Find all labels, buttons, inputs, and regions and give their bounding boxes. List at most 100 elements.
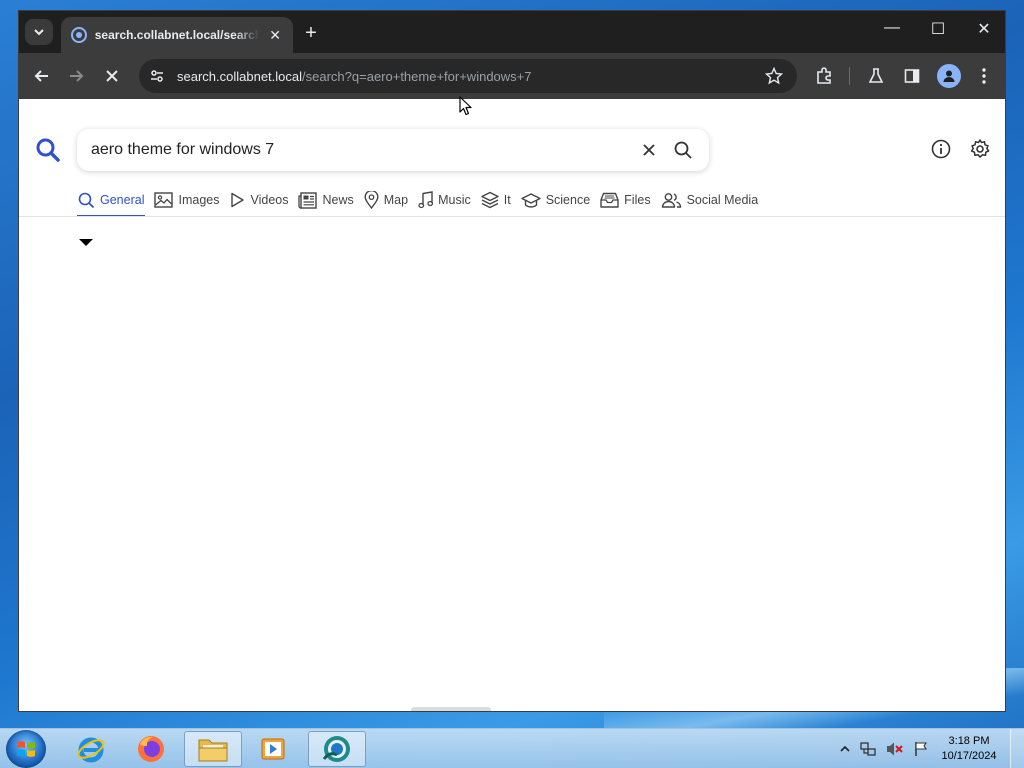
tab-science[interactable]: Science xyxy=(520,189,599,217)
show-desktop-button[interactable] xyxy=(1010,729,1024,768)
network-icon[interactable] xyxy=(860,741,876,757)
browser-tab[interactable]: search.collabnet.local/search?q=aero+the… xyxy=(61,17,293,53)
category-tabs: General Images Videos News Map Music It … xyxy=(77,189,767,217)
more-vertical-icon xyxy=(982,68,986,84)
taskbar: 3:18 PM 10/17/2024 xyxy=(0,728,1024,768)
chevron-down-icon xyxy=(34,29,44,36)
search-icon xyxy=(78,192,95,208)
tab-news[interactable]: News xyxy=(297,189,362,217)
url-text: search.collabnet.local/search?q=aero+the… xyxy=(177,69,532,84)
category-divider xyxy=(19,216,1005,217)
browser-window: search.collabnet.local/search?q=aero+the… xyxy=(18,10,1006,712)
start-button[interactable] xyxy=(6,730,46,768)
close-icon xyxy=(643,144,655,156)
firefox-icon xyxy=(138,736,164,762)
tab-strip: search.collabnet.local/search?q=aero+the… xyxy=(19,11,1005,53)
people-icon xyxy=(661,193,681,208)
volume-muted-icon[interactable] xyxy=(886,741,904,757)
tab-search-button[interactable] xyxy=(25,19,53,45)
tab-label: Images xyxy=(178,193,220,207)
search-page: General Images Videos News Map Music xyxy=(19,99,1005,711)
newspaper-icon xyxy=(298,191,318,209)
system-tray: 3:18 PM 10/17/2024 xyxy=(840,729,1000,768)
tab-images[interactable]: Images xyxy=(153,189,228,217)
browser-app-icon xyxy=(322,736,350,762)
new-tab-button[interactable]: + xyxy=(301,23,321,43)
taskbar-firefox[interactable] xyxy=(122,731,180,767)
play-icon xyxy=(231,192,245,208)
settings-button[interactable] xyxy=(969,138,991,165)
graduation-cap-icon xyxy=(520,192,541,208)
tab-map[interactable]: Map xyxy=(363,189,417,217)
tab-label: Music xyxy=(438,193,471,207)
gear-icon xyxy=(970,139,990,158)
tab-videos[interactable]: Videos xyxy=(228,189,297,217)
tab-close-button[interactable]: ✕ xyxy=(267,27,283,44)
tab-files[interactable]: Files xyxy=(599,189,659,217)
internet-explorer-icon xyxy=(77,737,105,763)
star-icon[interactable] xyxy=(765,67,783,85)
caret-down-icon[interactable] xyxy=(79,239,93,246)
tab-label: Map xyxy=(383,193,409,207)
tab-social-media[interactable]: Social Media xyxy=(660,189,768,217)
browser-menu-button[interactable] xyxy=(973,65,995,87)
browser-toolbar: search.collabnet.local/search?q=aero+the… xyxy=(19,53,1005,99)
forward-button[interactable] xyxy=(65,65,87,87)
inbox-icon xyxy=(600,192,619,208)
close-icon xyxy=(106,70,118,82)
tab-it[interactable]: It xyxy=(480,189,520,217)
site-info-icon[interactable] xyxy=(149,68,165,84)
taskbar-media-player[interactable] xyxy=(244,731,302,767)
stop-loading-button[interactable] xyxy=(101,65,123,87)
music-note-icon xyxy=(418,191,434,209)
taskbar-file-explorer[interactable] xyxy=(184,731,242,767)
info-icon xyxy=(931,139,951,159)
tab-label: It xyxy=(503,193,511,207)
action-center-flag-icon[interactable] xyxy=(914,741,928,757)
labs-button[interactable] xyxy=(865,65,887,87)
submit-search-button[interactable] xyxy=(671,138,695,162)
tab-label: News xyxy=(322,193,354,207)
tab-label: Social Media xyxy=(686,193,759,207)
maximize-button[interactable]: ☐ xyxy=(923,19,953,39)
clock-time: 3:18 PM xyxy=(948,735,990,747)
minimize-button[interactable]: — xyxy=(877,19,907,37)
windows-logo-icon xyxy=(17,741,35,757)
person-icon xyxy=(943,70,955,82)
search-box xyxy=(77,129,709,171)
taskbar-clock[interactable]: 3:18 PM 10/17/2024 xyxy=(938,734,1000,764)
profile-avatar-button[interactable] xyxy=(937,64,961,88)
search-icon xyxy=(674,141,692,159)
url-path: /search?q=aero+theme+for+windows+7 xyxy=(302,68,532,84)
arrow-right-icon xyxy=(70,70,84,82)
side-panel-button[interactable] xyxy=(901,65,923,87)
search-input[interactable] xyxy=(91,141,627,159)
site-favicon-icon xyxy=(71,27,87,43)
tab-label: Videos xyxy=(250,193,289,207)
side-panel-icon xyxy=(904,69,920,83)
clock-date: 10/17/2024 xyxy=(941,750,997,762)
tab-label: Files xyxy=(624,193,651,207)
arrow-left-icon xyxy=(34,70,48,82)
clear-search-button[interactable] xyxy=(637,138,661,162)
back-button[interactable] xyxy=(31,65,53,87)
url-host: search.collabnet.local xyxy=(177,68,303,84)
extensions-button[interactable] xyxy=(813,65,835,87)
image-icon xyxy=(154,192,174,208)
address-bar[interactable]: search.collabnet.local/search?q=aero+the… xyxy=(139,59,797,93)
tab-general[interactable]: General xyxy=(77,189,153,217)
media-player-icon xyxy=(261,738,285,760)
show-hidden-icons-icon[interactable] xyxy=(840,745,850,753)
folder-icon xyxy=(198,739,228,762)
taskbar-internet-explorer[interactable] xyxy=(62,731,120,767)
horizontal-scrollbar[interactable] xyxy=(411,707,491,711)
tab-label: Science xyxy=(545,193,591,207)
flask-icon xyxy=(868,68,884,83)
site-logo-search-icon[interactable] xyxy=(35,137,61,168)
close-window-button[interactable]: ✕ xyxy=(969,19,999,39)
tab-music[interactable]: Music xyxy=(417,189,480,217)
mouse-cursor-icon xyxy=(459,96,472,116)
taskbar-chromium-active[interactable] xyxy=(308,731,366,767)
info-button[interactable] xyxy=(931,139,951,164)
toolbar-divider xyxy=(849,67,850,85)
